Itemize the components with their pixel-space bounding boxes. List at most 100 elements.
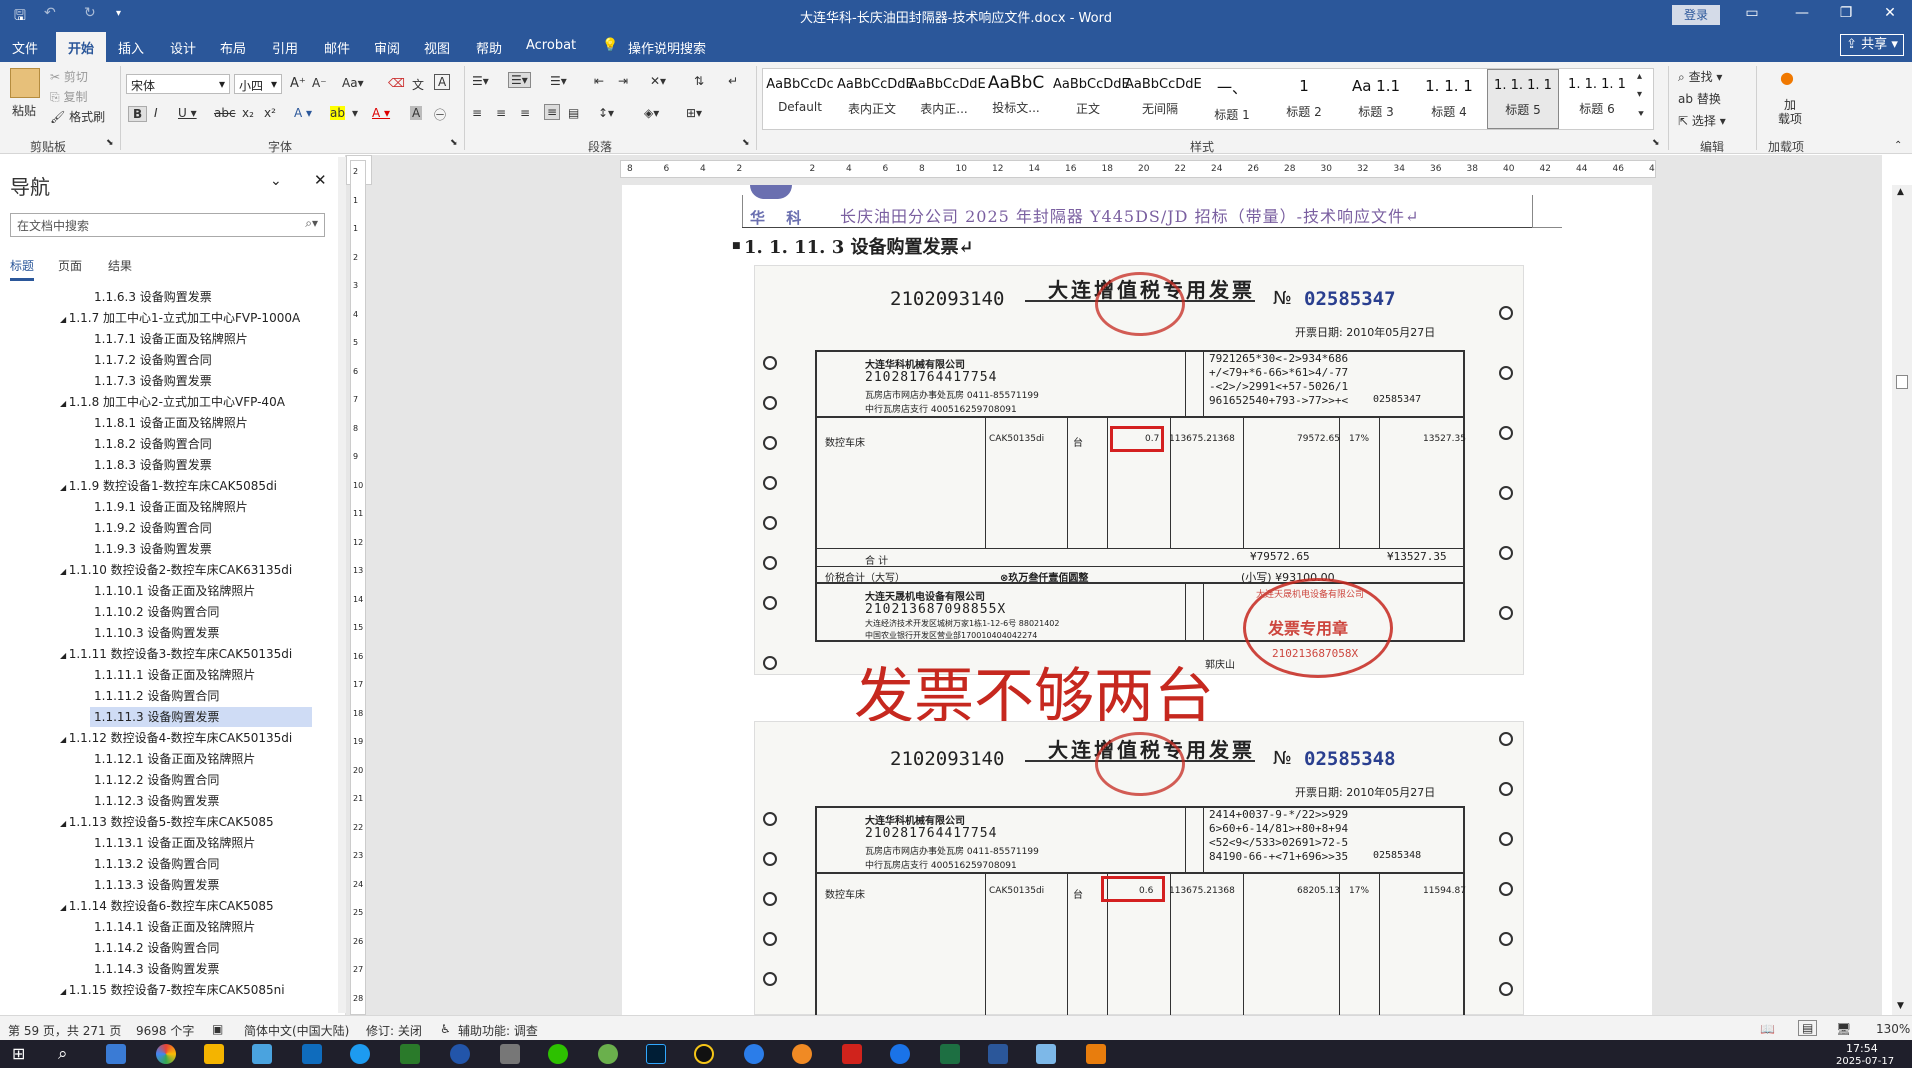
chevron-down-icon[interactable]: ▾	[352, 106, 358, 120]
dialog-launcher-icon[interactable]: ⬊	[1652, 138, 1660, 148]
nav-subheading-item[interactable]: 1.1.11.2 设备购置合同	[90, 686, 219, 706]
scroll-down-icon[interactable]: ▾	[1637, 89, 1642, 100]
ribbon-display-icon[interactable]: ▭	[1732, 5, 1772, 21]
app-icon[interactable]	[400, 1044, 420, 1064]
style-normal[interactable]: AaBbCcDdE 正文	[1053, 69, 1130, 129]
tab-review[interactable]: 审阅	[374, 38, 400, 57]
tab-layout[interactable]: 布局	[220, 38, 246, 57]
align-left-icon[interactable]: ≡	[472, 106, 482, 120]
nav-heading-item[interactable]: ◢ 1.1.8 加工中心2-立式加工中心VFP-40A	[60, 392, 285, 412]
style-heading-4[interactable]: 1. 1. 1 标题 4	[1413, 69, 1485, 129]
restore-icon[interactable]: ❐	[1826, 5, 1866, 21]
collapse-triangle-icon[interactable]: ◢	[60, 903, 69, 912]
collapse-triangle-icon[interactable]: ◢	[60, 819, 69, 828]
nav-subheading-item[interactable]: 1.1.7.2 设备购置合同	[90, 350, 212, 370]
nav-subheading-item[interactable]: 1.1.9.3 设备购置发票	[90, 539, 212, 559]
minimize-icon[interactable]: —	[1782, 5, 1822, 21]
select-button[interactable]: ⇱ 选择 ▾	[1678, 112, 1726, 129]
highlight-icon[interactable]: ab	[330, 106, 345, 120]
scroll-down-icon[interactable]: ▼	[1897, 1001, 1904, 1011]
tab-help[interactable]: 帮助	[476, 38, 502, 57]
accessibility-status[interactable]: 辅助功能: 调查	[458, 1022, 538, 1039]
scroll-up-icon[interactable]: ▴	[1637, 71, 1642, 82]
nav-heading-item[interactable]: ◢ 1.1.12 数控设备4-数控车床CAK50135di	[60, 728, 292, 748]
search-input[interactable]: 在文档中搜索 ⌕▾	[10, 213, 325, 237]
subscript-icon[interactable]: x₂	[242, 106, 254, 120]
bold-icon[interactable]: B	[128, 106, 148, 122]
nav-subheading-item[interactable]: 1.1.14.2 设备购置合同	[90, 938, 219, 958]
dialog-launcher-icon[interactable]: ⬊	[106, 138, 114, 148]
clock-date[interactable]: 2025-07-17	[1836, 1056, 1894, 1067]
edge-icon[interactable]	[890, 1044, 910, 1064]
decrease-indent-icon[interactable]: ⇤	[594, 74, 604, 88]
login-button[interactable]: 登录	[1672, 5, 1720, 25]
nav-subheading-item[interactable]: 1.1.10.3 设备购置发票	[90, 623, 219, 643]
language[interactable]: 简体中文(中国大陆)	[244, 1022, 349, 1039]
nav-heading-item[interactable]: ◢ 1.1.10 数控设备2-数控车床CAK63135di	[60, 560, 292, 580]
tab-headings[interactable]: 标题	[10, 257, 35, 281]
nav-scrollbar[interactable]	[338, 157, 346, 1013]
strikethrough-icon[interactable]: abc	[214, 106, 236, 120]
numbering-icon[interactable]: ☰▾	[508, 72, 531, 88]
tab-acrobat[interactable]: Acrobat	[526, 38, 576, 53]
sort-icon[interactable]: ⇅	[694, 74, 704, 88]
nav-subheading-item[interactable]: 1.1.11.1 设备正面及铭牌照片	[90, 665, 255, 685]
nav-subheading-item[interactable]: 1.1.13.2 设备购置合同	[90, 854, 219, 874]
scroll-thumb[interactable]	[1896, 375, 1908, 389]
nav-heading-item[interactable]: ◢ 1.1.14 数控设备6-数控车床CAK5085	[60, 896, 274, 916]
style-table-body[interactable]: AaBbCcDdE 表内正文	[837, 69, 914, 129]
chinese-layout-icon[interactable]: ✕▾	[650, 74, 666, 88]
page-count[interactable]: 第 59 页，共 271 页	[8, 1022, 121, 1039]
superscript-icon[interactable]: x²	[264, 106, 276, 120]
nav-subheading-item[interactable]: 1.1.12.2 设备购置合同	[90, 770, 219, 790]
search-icon[interactable]: ⌕	[58, 1044, 68, 1064]
track-changes[interactable]: 修订: 关闭	[366, 1022, 422, 1039]
tell-me-search[interactable]: 操作说明搜索	[628, 38, 706, 57]
photoshop-icon[interactable]	[646, 1044, 666, 1064]
word-icon[interactable]	[988, 1044, 1008, 1064]
windows-start-icon[interactable]: ⊞	[12, 1044, 25, 1063]
find-button[interactable]: ⌕ 查找 ▾	[1678, 68, 1722, 85]
nav-heading-item[interactable]: ◢ 1.1.13 数控设备5-数控车床CAK5085	[60, 812, 274, 832]
nav-heading-item[interactable]: ◢ 1.1.15 数控设备7-数控车床CAK5085ni	[60, 980, 285, 1000]
collapse-triangle-icon[interactable]: ◢	[60, 735, 69, 744]
tab-pages[interactable]: 页面	[58, 257, 82, 274]
tab-mailings[interactable]: 邮件	[324, 38, 350, 57]
zoom-level[interactable]: 130%	[1876, 1022, 1910, 1036]
app-icon[interactable]	[1086, 1044, 1106, 1064]
wechat-icon[interactable]	[548, 1044, 568, 1064]
tab-insert[interactable]: 插入	[118, 38, 144, 57]
style-heading-6[interactable]: 1. 1. 1. 1 标题 6	[1561, 69, 1633, 129]
accessibility-icon[interactable]: ♿	[440, 1022, 451, 1036]
search-icon[interactable]: ⌕▾	[305, 216, 318, 231]
nav-options-icon[interactable]: ⌄	[270, 173, 282, 189]
collapse-ribbon-icon[interactable]: ⌃	[1894, 140, 1902, 151]
paste-button[interactable]: 粘贴	[12, 102, 36, 119]
qq-icon[interactable]	[694, 1044, 714, 1064]
close-window-icon[interactable]: ✕	[1870, 5, 1910, 21]
nav-subheading-item[interactable]: 1.1.13.3 设备购置发票	[90, 875, 219, 895]
replace-button[interactable]: ab 替换	[1678, 90, 1721, 107]
section-heading[interactable]: 1. 1. 11. 3 设备购置发票↵	[744, 233, 974, 259]
style-heading-1[interactable]: 一、 标题 1	[1197, 69, 1267, 129]
collapse-triangle-icon[interactable]: ◢	[60, 315, 69, 324]
nav-subheading-item[interactable]: 1.1.12.1 设备正面及铭牌照片	[90, 749, 255, 769]
addins-button[interactable]: 加 载项	[1778, 98, 1802, 126]
style-heading-3[interactable]: Aa 1.1 标题 3	[1341, 69, 1411, 129]
acrobat-icon[interactable]	[842, 1044, 862, 1064]
shading-icon[interactable]: ◈▾	[644, 106, 659, 120]
more-styles-icon[interactable]: ⯆	[1637, 109, 1645, 120]
app-icon[interactable]	[252, 1044, 272, 1064]
collapse-triangle-icon[interactable]: ◢	[60, 483, 69, 492]
app-icon[interactable]	[450, 1044, 470, 1064]
clear-formatting-icon[interactable]: ⌫	[388, 76, 405, 90]
nav-heading-item[interactable]: ◢ 1.1.11 数控设备3-数控车床CAK50135di	[60, 644, 292, 664]
nav-subheading-item[interactable]: 1.1.14.1 设备正面及铭牌照片	[90, 917, 255, 937]
collapse-triangle-icon[interactable]: ◢	[60, 987, 69, 996]
tab-file[interactable]: 文件	[12, 38, 38, 57]
lightbulb-icon[interactable]: 💡	[602, 38, 618, 53]
change-case-icon[interactable]: Aa▾	[342, 76, 364, 90]
nav-subheading-item[interactable]: 1.1.9.2 设备购置合同	[90, 518, 212, 538]
collapse-triangle-icon[interactable]: ◢	[60, 567, 69, 576]
character-shading-icon[interactable]: A	[410, 106, 423, 120]
